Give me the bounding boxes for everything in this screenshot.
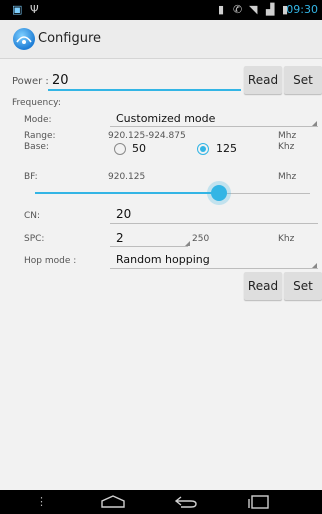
home-icon[interactable] [100, 495, 126, 509]
spc-max-hint: 250 [192, 234, 210, 244]
hop-mode-dropdown-icon [312, 263, 317, 268]
base-option-50[interactable]: 50 [132, 142, 146, 155]
cn-input[interactable]: 20 [116, 207, 131, 221]
spc-label: SPC: [24, 234, 45, 244]
spc-input[interactable]: 2 [116, 231, 124, 245]
power-input-underline [48, 89, 241, 91]
bf-value: 920.125 [108, 172, 146, 182]
mode-dropdown-icon [312, 121, 317, 126]
back-icon[interactable] [173, 495, 199, 509]
vibrate-icon: ▮ [218, 3, 225, 16]
nfc-icon: ✆ [233, 3, 243, 16]
menu-icon[interactable]: ⋮ [36, 495, 47, 508]
notification-image-icon: ▣ [12, 3, 23, 16]
hop-mode-label: Hop mode : [24, 256, 77, 266]
base-unit: Khz [278, 142, 295, 152]
base-label: Base: [24, 142, 49, 152]
range-label: Range: [24, 131, 56, 141]
status-bar: ▣ Ψ ▮ ✆ ◥ ▟ ▮ 09:30 [0, 0, 322, 20]
bf-slider-thumb[interactable] [211, 185, 228, 201]
frequency-set-button[interactable]: Set [284, 272, 322, 300]
spc-input-corner-icon [185, 241, 190, 246]
base-radio-125[interactable] [197, 143, 209, 155]
recent-apps-icon[interactable] [245, 494, 271, 510]
spc-unit: Khz [278, 234, 295, 244]
bf-unit: Mhz [278, 172, 297, 182]
cn-label: CN: [24, 211, 41, 221]
navigation-bar: ⋮ [0, 490, 322, 514]
range-unit: Mhz [278, 131, 297, 141]
power-label: Power : [12, 76, 49, 87]
mode-spinner-underline [110, 126, 318, 127]
base-radio-50[interactable] [114, 143, 126, 155]
power-input[interactable]: 20 [52, 73, 69, 88]
mode-spinner[interactable]: Customized mode [116, 112, 215, 125]
frequency-read-button[interactable]: Read [244, 272, 282, 300]
bf-label: BF: [24, 172, 38, 182]
signal-icon: ▟ [266, 3, 275, 16]
power-set-button[interactable]: Set [284, 66, 322, 94]
hop-mode-spinner[interactable]: Random hopping [116, 253, 210, 266]
mode-label: Mode: [24, 115, 52, 125]
hop-mode-spinner-underline [110, 268, 318, 269]
power-read-button[interactable]: Read [244, 66, 282, 94]
clock: 09:30 [286, 3, 318, 16]
cn-input-underline [110, 223, 318, 224]
base-option-125[interactable]: 125 [216, 142, 237, 155]
page-title: Configure [38, 31, 102, 46]
usb-icon: Ψ [30, 3, 39, 16]
wifi-icon: ◥ [249, 3, 258, 16]
app-logo-icon [16, 36, 32, 44]
spc-input-underline [110, 246, 188, 247]
bf-slider-progress [35, 192, 220, 194]
frequency-label: Frequency: [12, 98, 61, 108]
range-value: 920.125-924.875 [108, 131, 186, 141]
app-icon[interactable] [13, 28, 35, 50]
